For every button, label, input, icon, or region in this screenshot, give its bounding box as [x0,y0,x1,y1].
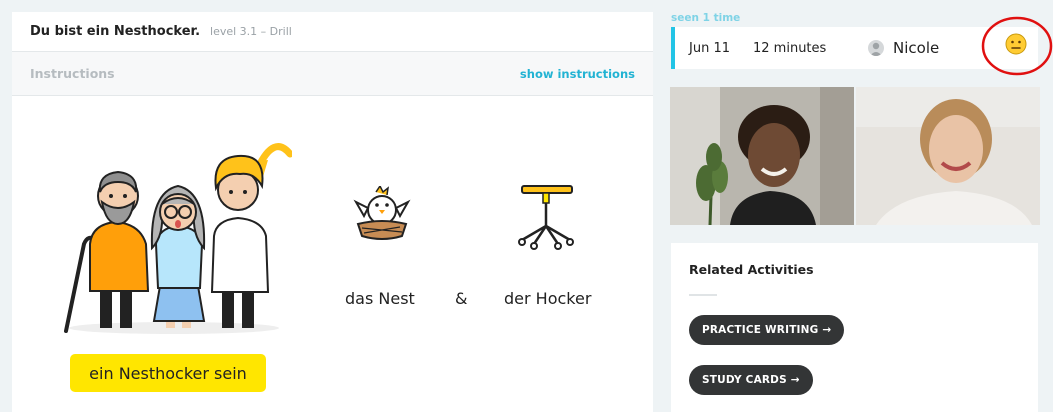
stool-icon [518,185,574,250]
lesson-header: Du bist ein Nesthocker. level 3.1 – Dril… [12,12,653,52]
instructions-bar: Instructions show instructions [12,52,653,96]
word-hocker: der Hocker [504,289,592,308]
session-duration: 12 minutes [753,40,827,56]
idiom-label: ein Nesthocker sein [70,354,266,392]
tutor-name: Nicole [893,39,940,57]
session-card[interactable]: Jun 11 12 minutes Nicole [671,16,1053,76]
illustration-area: das Nest & der Hocker ein Nesthocker sei… [12,96,653,412]
student-video-frame [670,87,854,225]
seen-count-label: seen 1 time [671,12,741,24]
word-nest: das Nest [345,289,415,308]
lesson-level: level 3.1 – Drill [210,25,292,38]
related-activities-title: Related Activities [689,262,814,277]
lesson-card: Du bist ein Nesthocker. level 3.1 – Dril… [12,12,653,412]
instructions-label: Instructions [30,66,115,81]
avatar [868,40,884,56]
divider [689,294,717,296]
rating-emoji-wrap[interactable] [980,15,1053,77]
session-date: Jun 11 [689,40,730,56]
neutral-face-icon[interactable] [1004,32,1028,56]
show-instructions-link[interactable]: show instructions [520,67,635,81]
related-activities-card: Related Activities PRACTICE WRITING → ST… [671,243,1038,412]
practice-writing-button[interactable]: PRACTICE WRITING → [689,315,845,345]
tutor-video-frame [856,87,1040,225]
study-cards-button[interactable]: STUDY CARDS → [689,365,813,395]
video-tile-tutor [856,87,1040,225]
ampersand: & [455,289,468,308]
family-illustration [64,143,292,334]
idiom-text: ein Nesthocker sein [89,363,247,383]
nest-icon [353,186,411,240]
video-tile-student [670,87,854,225]
user-icon [870,42,882,56]
video-panel [670,87,1040,225]
lesson-title: Du bist ein Nesthocker. [30,24,201,39]
